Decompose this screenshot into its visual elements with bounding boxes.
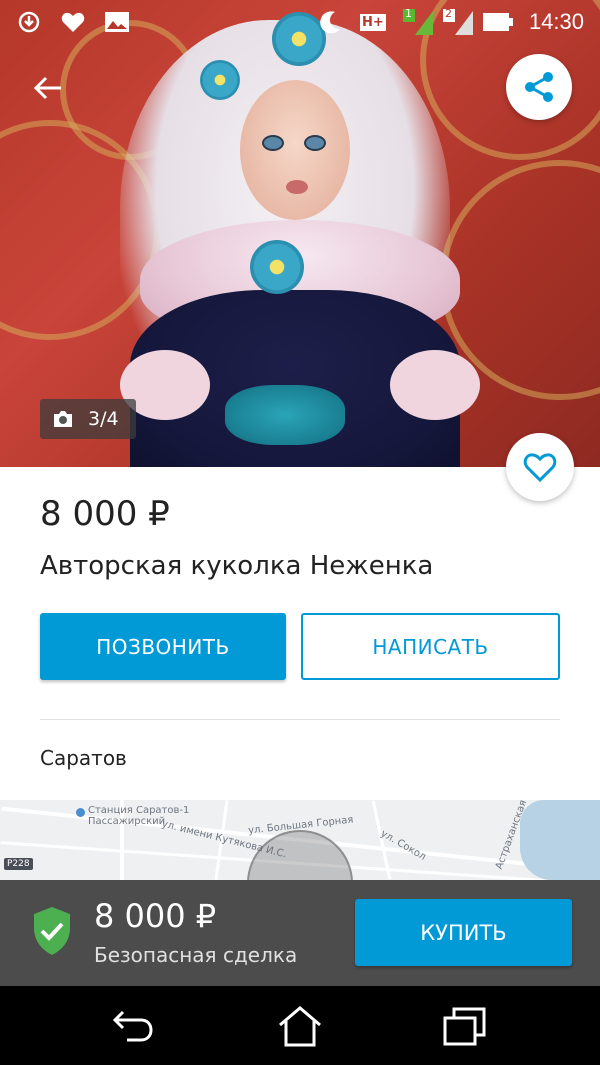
share-button[interactable] [506,54,572,120]
listing-title: Авторская куколка Неженка [40,551,434,581]
write-button[interactable]: НАПИСАТЬ [301,613,560,680]
status-time: 14:30 [528,9,584,34]
status-bar: H+ 1 2 14:30 [0,0,600,44]
camera-icon [54,411,72,427]
recents-icon [443,1007,486,1046]
listing-city: Саратов [40,746,127,770]
back-button[interactable] [26,66,70,110]
share-icon [525,72,553,102]
shield-check-icon [34,907,70,955]
nav-recents-button[interactable] [440,1003,490,1049]
map-label-station: Станция Саратов-1 [88,805,190,816]
image-icon [104,9,130,35]
heart-icon [60,9,86,35]
call-button[interactable]: ПОЗВОНИТЬ [40,613,286,680]
listing-price: 8 000 ₽ [40,494,170,534]
nav-back-button[interactable] [108,1003,158,1049]
battery-icon [482,9,513,35]
divider [40,719,560,720]
moon-icon [317,9,343,35]
network-icon: H+ [360,13,386,31]
road-badge: Р228 [4,858,33,870]
nav-home-button[interactable] [275,1003,325,1049]
download-icon [16,9,42,35]
buy-button[interactable]: КУПИТЬ [355,899,572,966]
home-icon [279,1006,321,1047]
photo-counter: 3/4 [40,399,136,439]
signal-icon: 1 [402,7,433,35]
favorite-button[interactable] [506,433,574,501]
safe-deal-label: Безопасная сделка [94,943,298,967]
back-arrow-icon [33,76,61,100]
buy-bar-price: 8 000 ₽ [94,897,217,935]
photo-counter-text: 3/4 [88,408,119,430]
map-label-station-sub: Пассажирский [88,816,166,827]
heart-outline-icon [523,453,557,482]
signal-icon-2: 2 [442,7,473,35]
nav-back-icon [112,1010,153,1042]
location-map[interactable]: Станция Саратов-1 Пассажирский ул. Больш… [0,800,600,880]
